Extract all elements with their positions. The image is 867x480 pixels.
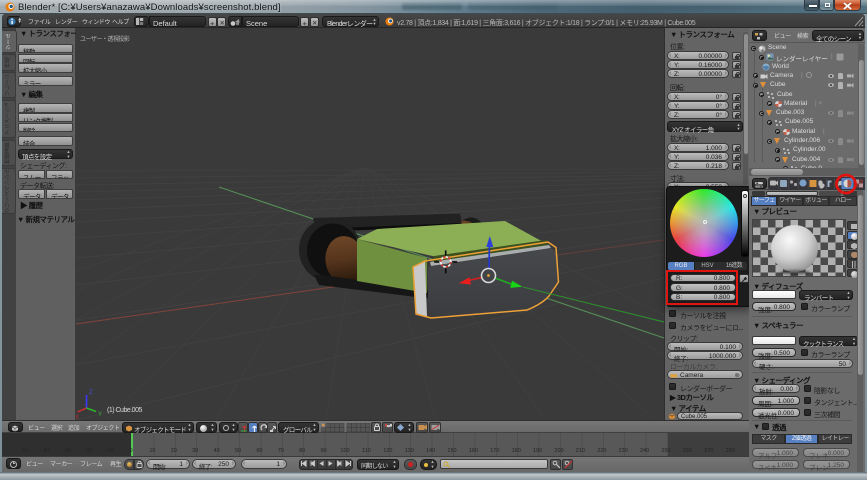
svg-text:Z: Z	[89, 390, 93, 396]
svg-text:Y: Y	[98, 412, 102, 418]
